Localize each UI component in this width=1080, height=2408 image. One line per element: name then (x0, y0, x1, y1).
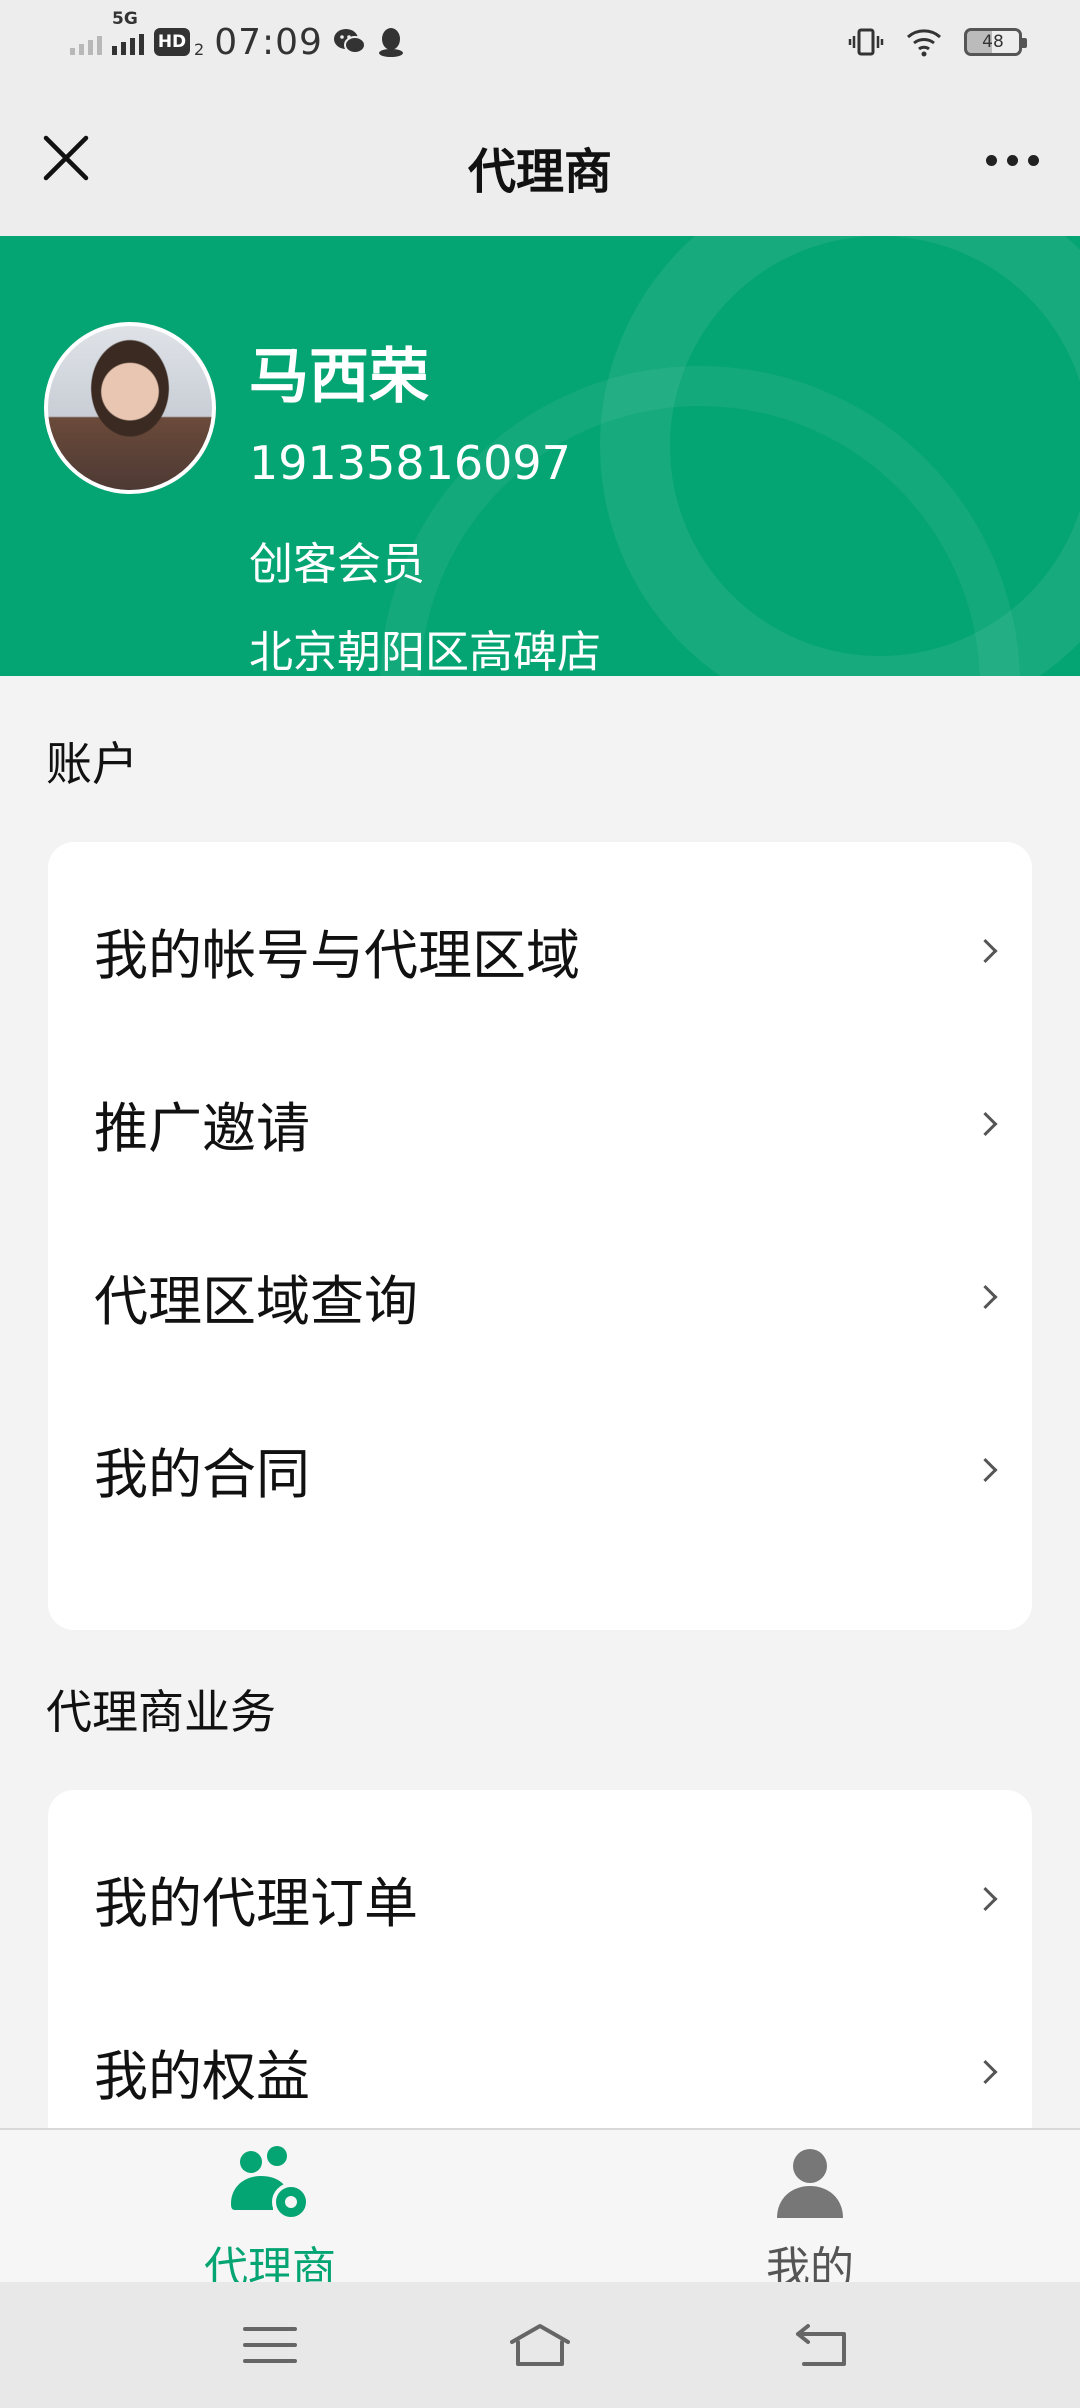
agent-icon (231, 2146, 310, 2221)
tab-agent[interactable]: 代理商 (120, 2130, 420, 2294)
avatar[interactable] (44, 322, 216, 494)
profile-header: 马西荣 19135816097 创客会员 北京朝阳区高碑店 (0, 236, 1080, 676)
network-type: 5G (112, 9, 138, 29)
menu-button[interactable] (210, 2310, 330, 2380)
account-card: 我的帐号与代理区域 推广邀请 代理区域查询 我的合同 (48, 842, 1032, 1630)
chevron-right-icon (973, 1111, 998, 1136)
signal-icon-sim2 (112, 29, 144, 55)
signal-icon-sim1 (70, 29, 102, 55)
more-dot-icon (1027, 154, 1039, 166)
status-bar: 5G HD 2 07:09 48 (0, 0, 1080, 84)
title-bar: 代理商 (0, 84, 1080, 236)
back-button[interactable] (762, 2310, 882, 2380)
wechat-icon (333, 29, 366, 54)
menu-icon (243, 2327, 297, 2363)
menu-item-label: 我的权益 (94, 2045, 310, 2108)
chevron-right-icon (973, 1457, 998, 1482)
menu-item-promotion-invite[interactable]: 推广邀请 (48, 1037, 1032, 1210)
network-indicator: 5G (112, 9, 144, 55)
store-name: 北京朝阳区高碑店 (249, 627, 601, 676)
more-dot-icon (1006, 154, 1018, 166)
tab-mine[interactable]: 我的 (660, 2130, 960, 2294)
menu-item-label: 我的帐号与代理区域 (94, 924, 580, 987)
chevron-right-icon (973, 2059, 998, 2084)
page-title: 代理商 (467, 144, 612, 200)
clock: 07:09 (214, 21, 323, 63)
menu-item-label: 我的合同 (94, 1443, 310, 1506)
section-title-business: 代理商业务 (46, 1685, 276, 1739)
menu-item-agent-orders[interactable]: 我的代理订单 (48, 1812, 1032, 1985)
home-icon (510, 2324, 570, 2366)
user-phone: 19135816097 (249, 436, 571, 490)
more-options-button[interactable] (972, 130, 1052, 190)
bottom-tab-bar: 代理商 我的 (0, 2128, 1080, 2294)
menu-item-label: 推广邀请 (94, 1097, 310, 1160)
chevron-right-icon (973, 1886, 998, 1911)
hd-icon: HD (154, 28, 190, 56)
battery-icon: 48 (964, 28, 1027, 56)
menu-item-label: 我的代理订单 (94, 1872, 418, 1935)
chevron-right-icon (973, 938, 998, 963)
more-dot-icon (985, 154, 997, 166)
section-title-account: 账户 (46, 737, 138, 791)
menu-item-my-contract[interactable]: 我的合同 (48, 1383, 1032, 1556)
wifi-icon (907, 29, 941, 57)
user-name: 马西荣 (249, 342, 429, 412)
vibrate-icon (848, 28, 884, 56)
system-nav-bar (0, 2282, 1080, 2408)
back-icon (796, 2324, 846, 2366)
member-level: 创客会员 (249, 539, 425, 590)
hd-sub-label: 2 (194, 39, 205, 59)
chevron-right-icon (973, 1284, 998, 1309)
home-button[interactable] (480, 2310, 600, 2380)
menu-item-account-region[interactable]: 我的帐号与代理区域 (48, 864, 1032, 1037)
menu-item-region-query[interactable]: 代理区域查询 (48, 1210, 1032, 1383)
user-icon (777, 2149, 843, 2218)
qq-icon (378, 28, 403, 57)
battery-level: 48 (982, 32, 1004, 52)
menu-item-label: 代理区域查询 (94, 1270, 418, 1333)
